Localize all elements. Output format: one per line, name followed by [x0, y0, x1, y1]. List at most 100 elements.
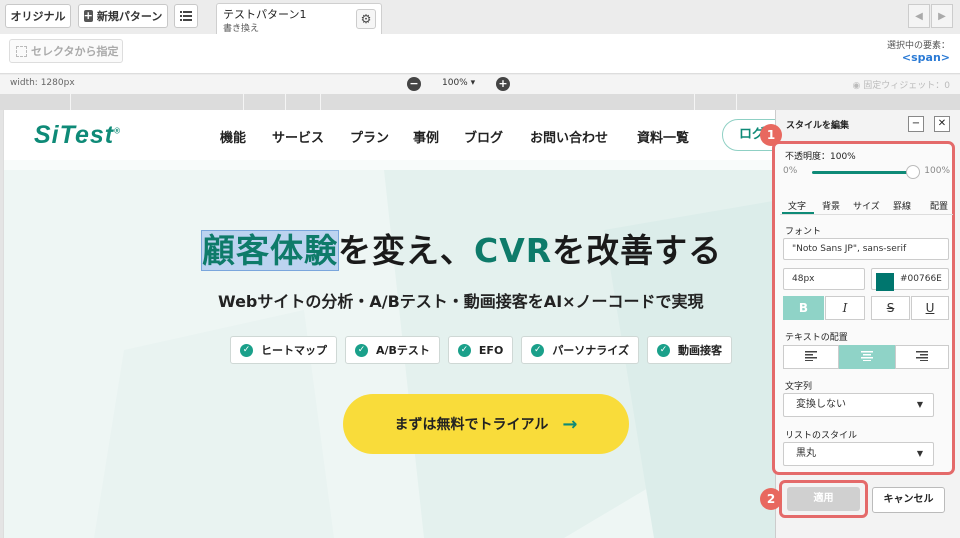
list-style-label: リストのスタイル: [785, 431, 858, 441]
tab-test-pattern-1[interactable]: テストパターン1 書き換え ⚙: [216, 3, 382, 35]
list-style-select[interactable]: 黒丸 ▼: [783, 442, 934, 466]
new-pattern-label: 新規パターン: [96, 10, 163, 23]
step-badge-1: 1: [760, 124, 782, 146]
top-toolbar: オリジナル + 新規パターン テストパターン1 書き換え ⚙ ◀ ▶: [0, 0, 960, 35]
selected-element-value: <span>: [901, 51, 950, 64]
ruler-tick: [736, 94, 737, 110]
apply-button[interactable]: 適用: [787, 487, 860, 511]
free-trial-label: まずは無料でトライアル: [394, 417, 549, 433]
selected-element-info: 選択中の要素： <span>: [887, 38, 950, 64]
zoom-out-button[interactable]: −: [407, 77, 421, 91]
check-icon: ✓: [457, 343, 471, 357]
font-family-input[interactable]: "Noto Sans JP", sans-serif: [783, 238, 949, 260]
feature-list: ✓ ヒートマップ ✓ A/Bテスト ✓ EFO ✓ パーソナライズ ✓ 動画接客: [230, 336, 732, 364]
arrow-right-icon: →: [562, 413, 578, 435]
nav-blog[interactable]: ブログ: [464, 127, 503, 146]
opacity-max: 100%: [924, 166, 950, 176]
tab-border[interactable]: 罫線: [893, 199, 911, 212]
pattern-mode: 書き換え: [223, 24, 260, 34]
text-transform-label: 文字列: [785, 382, 813, 392]
tab-divider: [780, 214, 953, 215]
nav-features[interactable]: 機能: [220, 127, 246, 146]
ruler-tick: [243, 94, 244, 110]
check-icon: ✓: [240, 343, 253, 357]
feature-chip[interactable]: ✓ ヒートマップ: [230, 336, 337, 364]
apply-highlight: 適用: [779, 480, 868, 518]
chevron-left-icon[interactable]: ◀: [908, 4, 930, 28]
bold-button[interactable]: B: [783, 296, 824, 320]
opacity-min: 0%: [783, 166, 798, 176]
plus-icon: +: [83, 9, 93, 22]
gear-icon[interactable]: ⚙: [356, 9, 376, 29]
chevron-right-icon[interactable]: ▶: [931, 4, 953, 28]
feature-chip[interactable]: ✓ EFO: [447, 336, 514, 364]
fixed-widget-count: ◉ 固定ウィジェット：0: [852, 81, 950, 91]
ruler-tick: [320, 94, 321, 110]
check-icon: ✓: [531, 343, 545, 357]
opacity-slider-track[interactable]: [812, 171, 909, 174]
ruler-tick: [285, 94, 286, 110]
zoom-in-button[interactable]: +: [496, 77, 510, 91]
list-button[interactable]: [174, 4, 198, 28]
selected-element-label: 選択中の要素：: [886, 41, 950, 51]
selected-span[interactable]: 顧客体験: [201, 230, 339, 271]
tab-size[interactable]: サイズ: [853, 199, 880, 212]
check-icon: ✓: [355, 343, 368, 357]
original-button[interactable]: オリジナル: [5, 4, 71, 28]
nav-services[interactable]: サービス: [272, 127, 324, 146]
tab-layout[interactable]: 配置: [930, 199, 948, 212]
nav-cases[interactable]: 事例: [413, 127, 439, 146]
strikethrough-button[interactable]: S: [871, 296, 910, 320]
panel-title: スタイルを編集: [786, 121, 850, 131]
hero-background: [4, 170, 778, 538]
selector-row: セレクタから指定 選択中の要素： <span>: [0, 34, 960, 74]
feature-chip[interactable]: ✓ 動画接客: [646, 336, 732, 364]
pattern-name: テストパターン1: [223, 8, 307, 21]
color-swatch[interactable]: [876, 273, 894, 291]
panel-header: スタイルを編集 − ✕: [776, 110, 960, 138]
text-transform-select[interactable]: 変換しない ▼: [783, 393, 934, 417]
nav-contact[interactable]: お問い合わせ: [530, 127, 608, 146]
hero-subtitle[interactable]: Webサイトの分析・A/Bテスト・動画接客をAI×ノーコードで実現: [218, 288, 704, 312]
zoom-bar: width: 1280px − 100% ▾ + ◉ 固定ウィジェット：0: [0, 75, 960, 94]
ruler-tick: [694, 94, 695, 110]
viewport-width: width: 1280px: [10, 78, 75, 88]
selector-icon: [16, 45, 27, 57]
chevron-down-icon: ▼: [916, 449, 923, 458]
site-logo[interactable]: SiTest®: [34, 121, 121, 150]
align-center-icon[interactable]: [839, 345, 895, 369]
tab-background[interactable]: 背景: [822, 199, 840, 212]
opacity-label: 不透明度：100%: [785, 152, 856, 162]
font-label: フォント: [785, 227, 822, 237]
ruler-tick: [70, 94, 71, 110]
select-by-selector-button[interactable]: セレクタから指定: [9, 39, 123, 63]
feature-chip[interactable]: ✓ パーソナライズ: [521, 336, 639, 364]
font-size-input[interactable]: 48px: [783, 268, 865, 290]
close-icon[interactable]: ✕: [934, 116, 950, 132]
style-settings-highlight: 不透明度：100% 0% 100% 文字 背景 サイズ 罫線 配置 フォント "…: [772, 141, 955, 475]
nav-plans[interactable]: プラン: [350, 127, 389, 146]
free-trial-button[interactable]: まずは無料でトライアル →: [343, 394, 629, 454]
style-tabs: 文字 背景 サイズ 罫線 配置: [780, 195, 953, 215]
feature-chip[interactable]: ✓ A/Bテスト: [345, 336, 440, 364]
tab-text[interactable]: 文字: [788, 199, 806, 212]
chevron-down-icon: ▼: [916, 400, 923, 409]
new-pattern-button[interactable]: + 新規パターン: [78, 4, 168, 28]
check-icon: ✓: [656, 343, 670, 357]
opacity-slider-handle[interactable]: [906, 165, 920, 179]
site-header: SiTest® 機能 サービス プラン 事例 ブログ お問い合わせ 資料一覧 ロ…: [4, 110, 778, 160]
list-icon: [180, 11, 192, 21]
align-right-icon[interactable]: [895, 345, 949, 369]
italic-button[interactable]: I: [825, 296, 865, 320]
ruler: [0, 94, 960, 110]
underline-button[interactable]: U: [911, 296, 949, 320]
step-badge-2: 2: [760, 488, 782, 510]
nav-documents[interactable]: 資料一覧: [637, 127, 689, 146]
text-align-label: テキストの配置: [785, 333, 848, 343]
hero-title[interactable]: 顧客体験を変え、CVRを改善する: [201, 224, 722, 272]
align-left-icon[interactable]: [783, 345, 839, 369]
minimize-icon[interactable]: −: [908, 116, 924, 132]
cancel-button[interactable]: キャンセル: [872, 487, 945, 513]
zoom-select[interactable]: 100% ▾: [442, 78, 475, 88]
select-by-selector-label: セレクタから指定: [31, 45, 119, 58]
